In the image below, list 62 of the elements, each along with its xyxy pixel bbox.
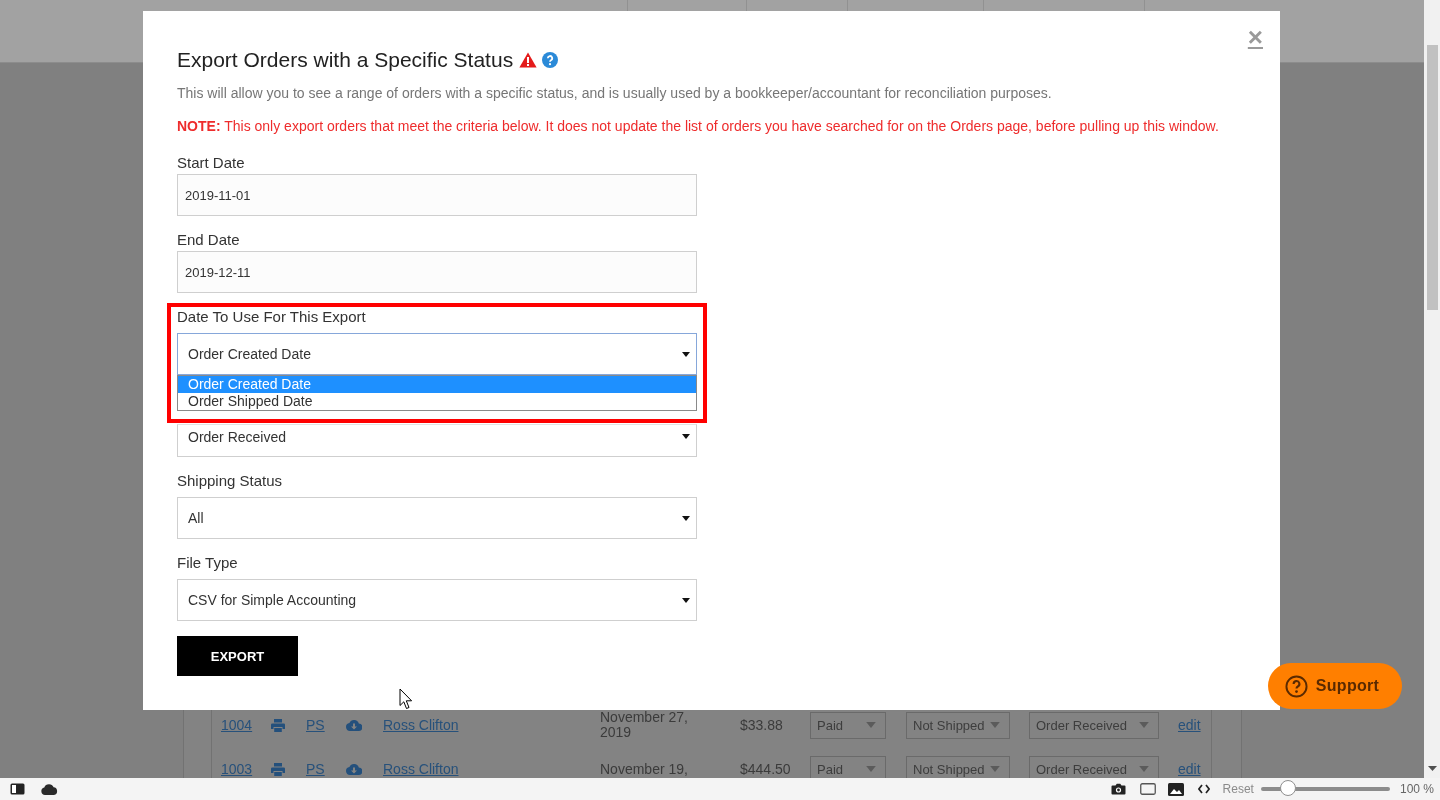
sidebar-icon[interactable] bbox=[10, 783, 25, 795]
input-field[interactable]: 2019-11-01 bbox=[177, 174, 697, 216]
slider-thumb[interactable] bbox=[1280, 780, 1297, 796]
table-cell: $444.50 bbox=[740, 761, 791, 777]
code-icon[interactable] bbox=[1197, 784, 1210, 794]
printer-icon[interactable] bbox=[271, 718, 285, 732]
dialog-title: Export Orders with a Specific Status bbox=[177, 47, 514, 73]
reset-link[interactable]: Reset bbox=[1222, 782, 1254, 796]
caret-icon bbox=[682, 597, 690, 603]
table-link[interactable]: edit bbox=[1178, 717, 1201, 733]
support-button[interactable]: Support bbox=[1268, 663, 1402, 709]
caret-icon bbox=[682, 515, 690, 521]
cloud-download-icon[interactable] bbox=[346, 719, 362, 731]
dropdown-option[interactable]: Order Created Date bbox=[178, 376, 696, 393]
scrollbar-thumb[interactable] bbox=[1426, 45, 1438, 310]
camera-icon[interactable] bbox=[1110, 783, 1126, 795]
field-label: File Type bbox=[177, 554, 238, 572]
scroll-down-icon[interactable] bbox=[1427, 766, 1437, 771]
table-link[interactable]: 1003 bbox=[221, 761, 253, 777]
printer-icon[interactable] bbox=[271, 762, 285, 776]
input-field[interactable]: 2019-12-11 bbox=[177, 251, 697, 293]
export-button[interactable]: EXPORT bbox=[177, 636, 298, 676]
select-dropdown[interactable]: Order Created Date bbox=[177, 333, 697, 375]
table-link[interactable]: Ross Clifton bbox=[383, 717, 459, 733]
table-cell: November 19, bbox=[600, 761, 688, 777]
caret-icon bbox=[1139, 722, 1149, 728]
caret-icon bbox=[866, 766, 876, 772]
dialog-description: This will allow you to see a range of orders with a specific status, and is usually used by a bookkeeper/accountant for reconciliation purposes. bbox=[177, 84, 1053, 103]
image-icon[interactable] bbox=[1167, 782, 1184, 796]
caret-icon bbox=[682, 351, 690, 357]
close-button[interactable]: × bbox=[1247, 24, 1263, 50]
window-icon[interactable] bbox=[1139, 783, 1156, 795]
table-link[interactable]: PS bbox=[306, 717, 325, 733]
help-icon bbox=[1284, 674, 1308, 698]
table-dropdown[interactable]: Order Received bbox=[1029, 711, 1159, 739]
warning-icon bbox=[519, 52, 538, 68]
field-label: Date To Use For This Export bbox=[177, 308, 366, 326]
select-dropdown[interactable]: Order Received bbox=[177, 424, 697, 457]
field-label: Start Date bbox=[177, 154, 245, 172]
dropdown-option[interactable]: Order Shipped Date bbox=[178, 393, 696, 410]
caret-icon bbox=[682, 434, 690, 439]
table-cell-text: November 27, 2019 bbox=[600, 710, 689, 740]
select-dropdown[interactable]: All bbox=[177, 497, 697, 539]
field-label: Shipping Status bbox=[177, 472, 283, 490]
table-link[interactable]: PS bbox=[306, 761, 325, 777]
table-link[interactable]: 1004 bbox=[221, 717, 253, 733]
caret-icon bbox=[990, 722, 1000, 728]
caret-icon bbox=[990, 766, 1000, 772]
warning-note: NOTE: This only export orders that meet the criteria below. It does not update the list of orders you have searched for on the Orders page, before pulling up this window. bbox=[177, 117, 1220, 136]
field-label: End Date bbox=[177, 231, 240, 249]
caret-icon bbox=[1139, 766, 1149, 772]
table-dropdown[interactable]: Paid bbox=[810, 711, 886, 739]
table-cell: $33.88 bbox=[740, 717, 783, 733]
select-dropdown[interactable]: CSV for Simple Accounting bbox=[177, 579, 697, 621]
table-dropdown[interactable]: Not Shipped bbox=[906, 711, 1010, 739]
help-icon[interactable] bbox=[542, 52, 559, 68]
cloud-icon[interactable] bbox=[41, 783, 58, 795]
table-link[interactable]: Ross Clifton bbox=[383, 761, 459, 777]
zoom-reading: 100 % bbox=[1399, 782, 1434, 796]
caret-icon bbox=[866, 722, 876, 728]
table-link[interactable]: edit bbox=[1178, 761, 1201, 777]
cloud-download-icon[interactable] bbox=[346, 763, 362, 775]
